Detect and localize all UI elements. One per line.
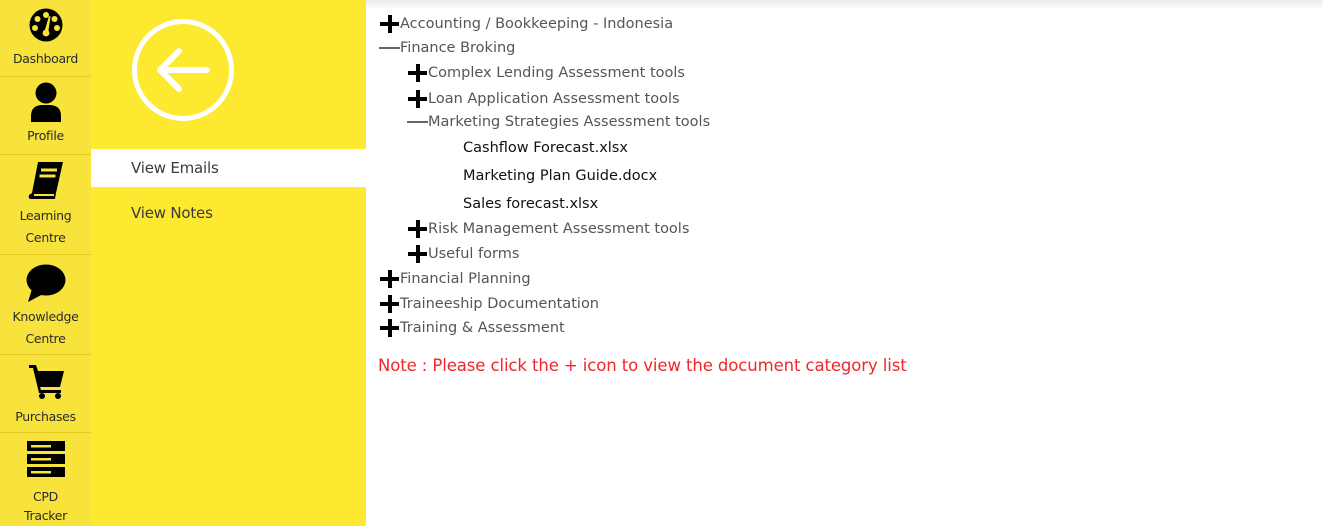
expand-plus-icon[interactable] xyxy=(406,217,428,241)
app: Dashboard Profile Learning Centre Knowle… xyxy=(0,0,1323,526)
chat-bubble-icon xyxy=(26,264,66,302)
submenu-panel: View Emails View Notes xyxy=(91,0,366,526)
rail-label-knowledge-line1: Knowledge xyxy=(12,309,79,324)
expand-plus-icon[interactable] xyxy=(378,316,400,340)
file-item[interactable]: Cashflow Forecast.xlsx xyxy=(463,136,628,160)
server-icon xyxy=(27,441,65,477)
tree-node: Accounting / Bookkeeping - Indonesia xyxy=(378,12,673,36)
tree-node-label[interactable]: Useful forms xyxy=(428,242,519,266)
rail-item-profile[interactable]: Profile xyxy=(0,77,91,154)
cart-icon xyxy=(29,365,64,399)
help-note: Note : Please click the + icon to view t… xyxy=(378,356,907,375)
tree-node: Finance Broking xyxy=(378,36,515,60)
dashboard-icon xyxy=(29,8,63,42)
rail-item-learning-centre[interactable]: Learning Centre xyxy=(0,155,91,254)
expand-plus-icon[interactable] xyxy=(406,242,428,266)
tree-node-label[interactable]: Accounting / Bookkeeping - Indonesia xyxy=(400,12,673,36)
top-shadow xyxy=(366,0,1323,10)
tree-node-label[interactable]: Training & Assessment xyxy=(400,316,565,340)
expand-plus-icon[interactable] xyxy=(378,292,400,316)
arrow-left-circle-icon[interactable] xyxy=(131,18,235,122)
rail-item-purchases[interactable]: Purchases xyxy=(0,355,91,432)
book-icon xyxy=(28,162,63,199)
tree-node-label[interactable]: Complex Lending Assessment tools xyxy=(428,61,685,85)
collapse-minus-icon[interactable] xyxy=(378,36,400,60)
rail-label-dashboard: Dashboard xyxy=(12,51,79,66)
expand-plus-icon[interactable] xyxy=(406,61,428,85)
tree-node-label[interactable]: Finance Broking xyxy=(400,36,515,60)
menu-item-view-notes[interactable]: View Notes xyxy=(91,194,366,232)
rail-item-dashboard[interactable]: Dashboard xyxy=(0,0,91,76)
expand-plus-icon[interactable] xyxy=(378,12,400,36)
tree-node-label[interactable]: Loan Application Assessment tools xyxy=(428,87,680,111)
rail-label-learning-line2: Centre xyxy=(25,230,66,245)
rail-label-profile: Profile xyxy=(27,128,64,143)
tree-node: Marketing Strategies Assessment tools xyxy=(406,110,710,134)
tree-node: Risk Management Assessment tools xyxy=(406,217,689,241)
tree-node-label[interactable]: Financial Planning xyxy=(400,267,531,291)
tree-node: Financial Planning xyxy=(378,267,531,291)
rail-item-knowledge-centre[interactable]: Knowledge Centre xyxy=(0,255,91,354)
rail-label-knowledge-line2: Centre xyxy=(25,331,66,346)
icon-rail: Dashboard Profile Learning Centre Knowle… xyxy=(0,0,91,526)
collapse-minus-icon[interactable] xyxy=(406,110,428,134)
user-icon xyxy=(31,82,61,122)
expand-plus-icon[interactable] xyxy=(378,267,400,291)
rail-item-cpd-tracker[interactable]: CPD Tracker xyxy=(0,433,91,526)
tree-node: Training & Assessment xyxy=(378,316,565,340)
expand-plus-icon[interactable] xyxy=(406,87,428,111)
tree-node: Useful forms xyxy=(406,242,519,266)
file-name[interactable]: Cashflow Forecast.xlsx xyxy=(463,136,628,160)
file-item[interactable]: Marketing Plan Guide.docx xyxy=(463,164,657,188)
tree-node: Loan Application Assessment tools xyxy=(406,87,680,111)
file-name[interactable]: Marketing Plan Guide.docx xyxy=(463,164,657,188)
file-item[interactable]: Sales forecast.xlsx xyxy=(463,192,598,216)
tree-node: Complex Lending Assessment tools xyxy=(406,61,685,85)
tree-node-label[interactable]: Marketing Strategies Assessment tools xyxy=(428,110,710,134)
file-name[interactable]: Sales forecast.xlsx xyxy=(463,192,598,216)
rail-label-purchases: Purchases xyxy=(15,409,76,424)
menu-item-view-emails[interactable]: View Emails xyxy=(91,149,366,187)
tree-node-label[interactable]: Traineeship Documentation xyxy=(400,292,599,316)
rail-label-learning-line1: Learning xyxy=(19,208,72,223)
rail-label-cpd-line2: Tracker xyxy=(24,508,67,523)
tree-node: Traineeship Documentation xyxy=(378,292,599,316)
tree-node-label[interactable]: Risk Management Assessment tools xyxy=(428,217,689,241)
